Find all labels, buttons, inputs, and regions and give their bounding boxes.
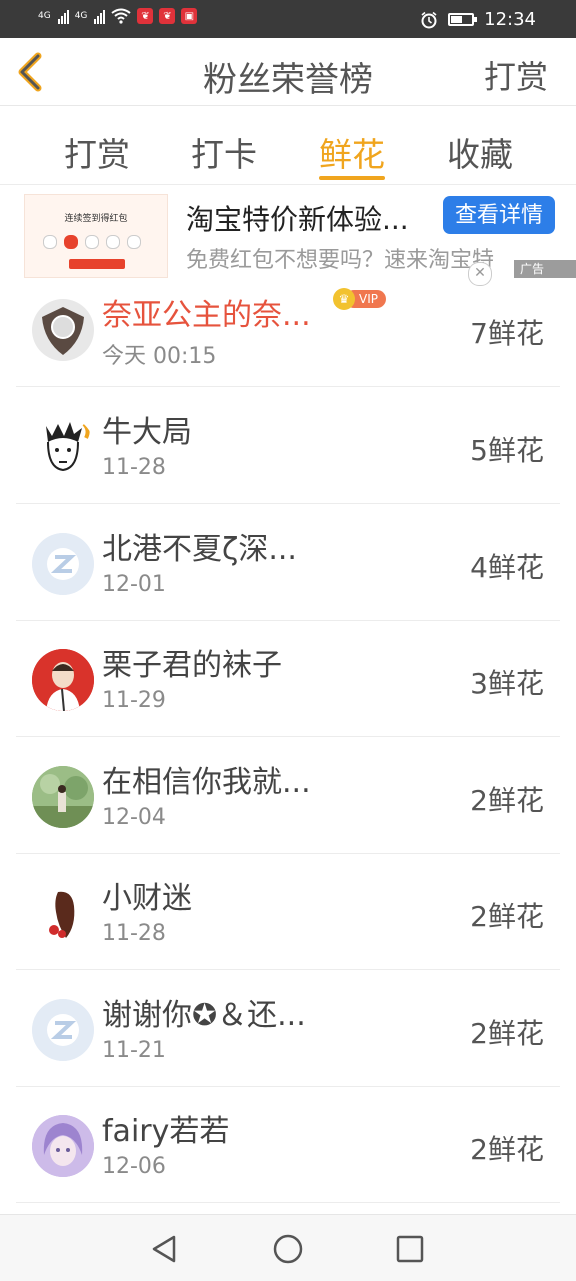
notification-app-icon-2: ❦	[159, 8, 176, 24]
flower-count: 2鲜花	[470, 900, 544, 933]
avatar[interactable]	[32, 882, 94, 944]
flower-count: 2鲜花	[470, 1017, 544, 1050]
reward-step	[85, 235, 99, 249]
user-name[interactable]: 在相信你我就...	[102, 757, 311, 801]
flower-count: 5鲜花	[470, 434, 544, 467]
gift-date: 11-28	[102, 921, 166, 946]
title-bar: 粉丝荣誉榜 打赏	[0, 38, 576, 106]
network-type-2: 4G	[74, 10, 88, 21]
list-item[interactable]: 北港不夏ζ深... 12-01 4鲜花	[16, 504, 560, 621]
avatar[interactable]	[32, 299, 94, 361]
avatar[interactable]	[32, 649, 94, 711]
flower-count: 2鲜花	[470, 784, 544, 817]
list-item[interactable]: 小财迷 11-28 2鲜花	[16, 853, 560, 970]
user-name[interactable]: 北港不夏ζ深...	[102, 524, 297, 568]
flower-count: 3鲜花	[470, 667, 544, 700]
user-name[interactable]: 栗子君的袜子	[102, 640, 282, 684]
ad-image-reward-steps	[43, 235, 141, 249]
user-name[interactable]: 小财迷	[102, 873, 192, 917]
reward-step	[106, 235, 120, 249]
flower-count: 2鲜花	[470, 1133, 544, 1166]
list-item[interactable]: 牛大局 11-28 5鲜花	[16, 387, 560, 504]
reward-button[interactable]: 打赏	[484, 52, 548, 98]
default-avatar-icon[interactable]	[32, 999, 94, 1061]
gift-date: 今天 00:15	[102, 344, 217, 369]
reward-step	[43, 235, 57, 249]
user-name[interactable]: 谢谢你✪＆还...	[102, 990, 306, 1034]
reward-step	[127, 235, 141, 249]
list-item[interactable]: 奈亚公主的奈... ♛ VIP 今天 00:15 7鲜花	[16, 270, 560, 387]
gift-date: 11-28	[102, 455, 166, 480]
flower-count: 4鲜花	[470, 551, 544, 584]
gift-date: 11-29	[102, 688, 166, 713]
avatar[interactable]	[32, 766, 94, 828]
ad-title[interactable]: 淘宝特价新体验...	[186, 198, 409, 238]
tab-flowers[interactable]: 鲜花	[319, 128, 385, 176]
reward-step	[64, 235, 78, 249]
list-item[interactable]: fairy若若 12-06 2鲜花	[16, 1086, 560, 1203]
status-left: 4G 4G ❦ ❦ ▣	[38, 8, 198, 24]
active-tab-indicator	[319, 176, 385, 180]
ad-image-button	[69, 259, 125, 269]
gift-date: 12-06	[102, 1154, 166, 1179]
status-right: 12:34	[420, 9, 536, 30]
nav-back-icon[interactable]	[146, 1231, 182, 1267]
flower-count: 7鲜花	[470, 317, 544, 350]
view-details-button[interactable]: 查看详情	[443, 196, 555, 234]
avatar[interactable]	[32, 416, 94, 478]
gift-date: 11-21	[102, 1038, 166, 1063]
list-item[interactable]: 在相信你我就... 12-04 2鲜花	[16, 737, 560, 854]
tab-favorites[interactable]: 收藏	[447, 128, 513, 176]
network-type-1: 4G	[38, 10, 51, 21]
avatar[interactable]	[32, 1115, 94, 1177]
crown-icon: ♛	[333, 288, 355, 310]
battery-icon	[448, 13, 478, 26]
gift-date: 12-01	[102, 572, 166, 597]
tab-reward[interactable]: 打赏	[64, 128, 130, 176]
list-item[interactable]: 谢谢你✪＆还... 11-21 2鲜花	[16, 970, 560, 1087]
clock: 12:34	[484, 9, 536, 30]
system-navigation-bar	[0, 1214, 576, 1281]
notification-book-icon: ▣	[181, 8, 198, 24]
user-name[interactable]: 牛大局	[102, 407, 192, 451]
ad-image-title: 连续签到得红包	[64, 214, 128, 224]
signal-icon	[57, 8, 69, 24]
battery-level	[451, 16, 463, 23]
default-avatar-icon[interactable]	[32, 533, 94, 595]
list-item[interactable]: 栗子君的袜子 11-29 3鲜花	[16, 620, 560, 737]
alarm-icon	[421, 11, 437, 28]
ad-image[interactable]: 连续签到得红包	[24, 194, 168, 278]
notification-app-icon: ❦	[137, 8, 154, 24]
vip-badge: ♛ VIP	[333, 288, 386, 310]
tab-checkin[interactable]: 打卡	[191, 128, 257, 176]
signal-icon-2	[94, 8, 106, 24]
nav-recents-icon[interactable]	[392, 1231, 428, 1267]
user-name[interactable]: 奈亚公主的奈...	[102, 290, 311, 334]
tab-bar: 打赏 打卡 鲜花 收藏	[0, 106, 576, 185]
wifi-icon	[111, 8, 132, 24]
status-bar: 4G 4G ❦ ❦ ▣ 12:34	[0, 0, 576, 38]
gift-date: 12-04	[102, 805, 166, 830]
user-name[interactable]: fairy若若	[102, 1106, 229, 1150]
nav-home-icon[interactable]	[270, 1231, 306, 1267]
